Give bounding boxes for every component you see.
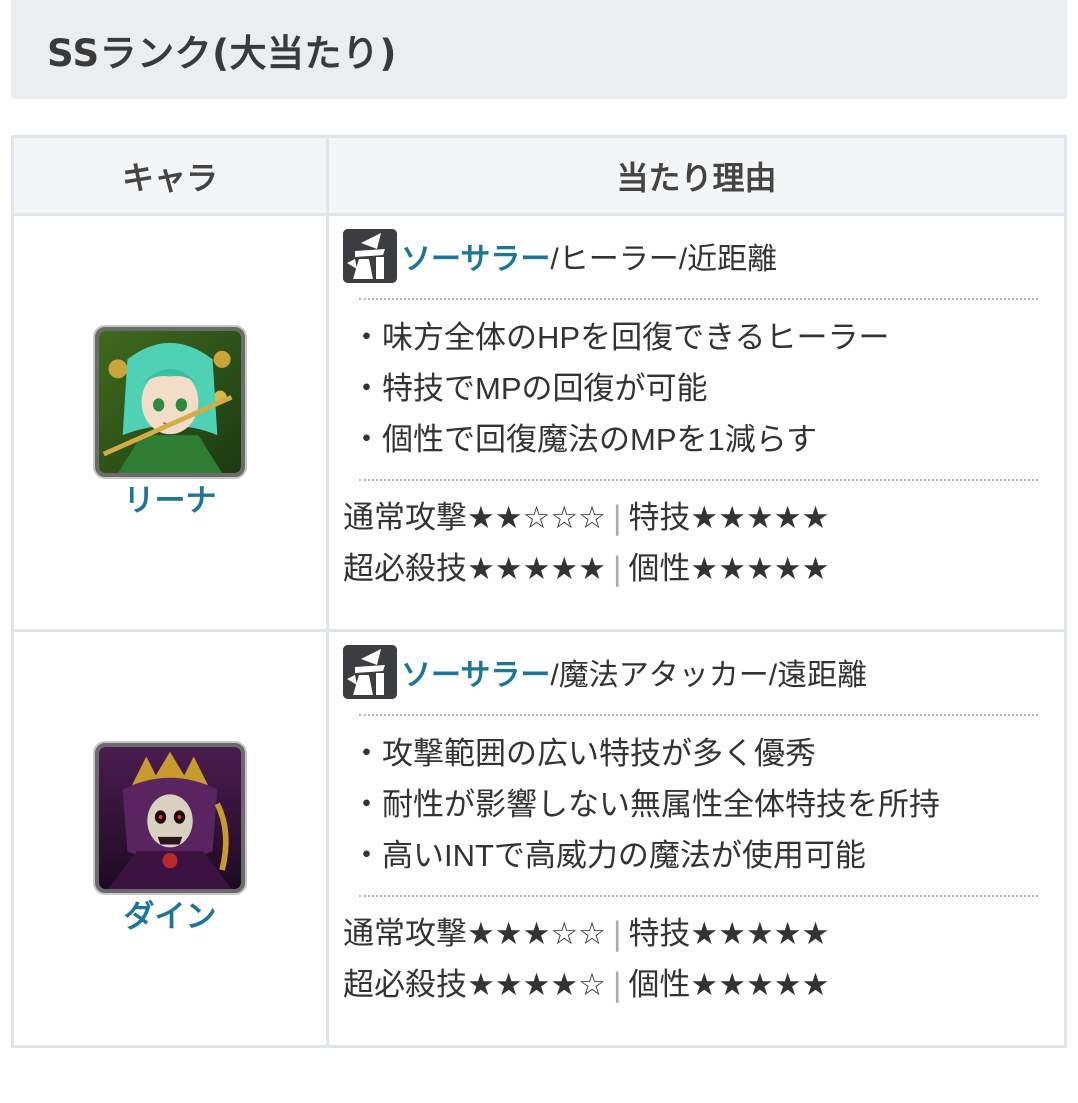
character-name-link[interactable]: リーナ [14,483,326,519]
role-text: /ヒーラー/近距離 [550,243,778,276]
character-avatar[interactable] [95,326,245,477]
chara-cell: ダイン [11,629,329,1048]
role-link[interactable]: ソーサラー [401,234,550,278]
role-line: ソーサラー /魔法アタッカー/遠距離 [343,644,1038,700]
stat-trait: 個性★★★★★ [628,967,830,1003]
reason-cell: ソーサラー /魔法アタッカー/遠距離 攻撃範囲の広い特技が多く優秀 耐性が影響し… [326,629,1067,1048]
dotted-divider [359,298,1038,300]
stat-trait: 個性★★★★★ [628,551,830,587]
table-row: リーナ ソーサラー /ヒーラー/近距離 ・ 味方全体のHPを回復できるヒーラー … [11,213,1067,632]
table-header-row: キャラ 当たり理由 [11,135,1067,216]
stat-separator: | [611,967,623,1003]
stat-skill: 特技★★★★★ [628,500,830,536]
chara-cell: リーナ [11,213,329,632]
skull-sorcerer-portrait-icon [99,746,241,889]
stat-normal-attack: 通常攻撃★★☆☆☆ [343,500,606,536]
table-row: ダイン ソーサラー /魔法アタッカー/遠距離 ・ 攻撃範囲の広い特技が多く優秀 … [11,629,1067,1048]
points-list: 味方全体のHPを回復できるヒーラー 特技でMPの回復が可能 個性で回復魔法のMP… [343,312,1038,465]
role-line: ソーサラー /ヒーラー/近距離 [343,228,1038,284]
list-item: 味方全体のHPを回復できるヒーラー [351,312,1038,363]
list-item: 特技でMPの回復が可能 [351,363,1038,414]
section-title: SSランク(大当たり) [47,31,397,75]
stat-line: 超必殺技★★★★★ | 個性★★★★★ [343,544,1038,595]
stat-separator: | [611,500,623,536]
stat-normal-attack: 通常攻撃★★★☆☆ [343,916,606,952]
stats-block: 通常攻撃★★★☆☆ | 特技★★★★★ 超必殺技★★★★☆ | 個性★★★★★ [343,909,1038,1011]
list-item: 高いINTで高威力の魔法が使用可能 [351,830,1038,881]
stat-skill: 特技★★★★★ [628,916,830,952]
character-name-link[interactable]: ダイン [14,899,326,935]
sorcerer-class-icon [343,229,397,283]
stat-separator: | [611,916,623,952]
sorcerer-class-icon [343,645,397,699]
header-reason: 当たり理由 [326,135,1067,216]
role-link[interactable]: ソーサラー [401,650,550,694]
role-text: /魔法アタッカー/遠距離 [550,659,868,692]
stat-super-move: 超必殺技★★★★☆ [343,967,606,1003]
ranking-table: キャラ 当たり理由 リーナ ソーサラー /ヒーラー/近距離 ・ 味方全体のHPを… [11,135,1067,1048]
dotted-divider [359,479,1038,481]
reason-cell: ソーサラー /ヒーラー/近距離 味方全体のHPを回復できるヒーラー 特技でMPの… [326,213,1067,632]
list-item: 攻撃範囲の広い特技が多く優秀 [351,728,1038,779]
points-list: 攻撃範囲の広い特技が多く優秀 耐性が影響しない無属性全体特技を所持 高いINTで… [343,728,1038,881]
list-item: 個性で回復魔法のMPを1減らす [351,414,1038,465]
dotted-divider [359,714,1038,716]
stat-line: 超必殺技★★★★☆ | 個性★★★★★ [343,960,1038,1011]
stat-super-move: 超必殺技★★★★★ [343,551,606,587]
character-avatar[interactable] [95,742,245,893]
section-heading: SSランク(大当たり) [11,0,1067,99]
stat-separator: | [611,551,623,587]
stat-line: 通常攻撃★★☆☆☆ | 特技★★★★★ [343,493,1038,544]
header-chara: キャラ [11,135,329,216]
stats-block: 通常攻撃★★☆☆☆ | 特技★★★★★ 超必殺技★★★★★ | 個性★★★★★ [343,493,1038,595]
stat-line: 通常攻撃★★★☆☆ | 特技★★★★★ [343,909,1038,960]
green-haired-healer-portrait-icon [99,330,241,473]
list-item: 耐性が影響しない無属性全体特技を所持 [351,779,1038,830]
dotted-divider [359,895,1038,897]
